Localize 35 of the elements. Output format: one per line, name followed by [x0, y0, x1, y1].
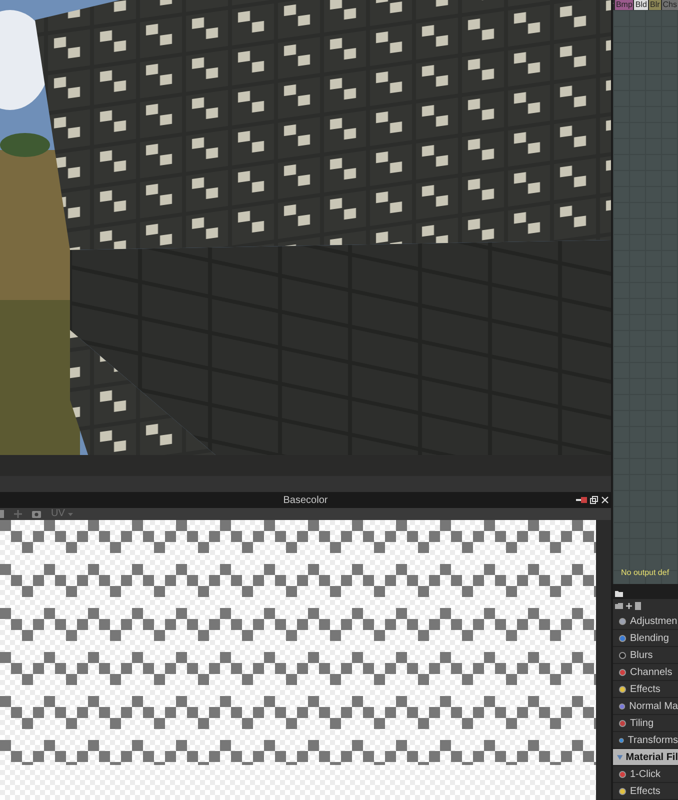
category-icon [619, 668, 626, 676]
node-tab[interactable]: Bld [634, 0, 648, 10]
library-item-label: Channels [630, 666, 672, 680]
library-category[interactable]: Material Fil [613, 749, 678, 766]
folders-icon[interactable] [615, 602, 623, 610]
library-item-label: Blending [630, 632, 669, 646]
library-item-label: Blurs [630, 648, 653, 662]
caret-down-icon [617, 754, 623, 760]
close-icon[interactable] [601, 496, 609, 504]
plus-icon[interactable] [626, 603, 632, 609]
pin-icon[interactable] [576, 496, 587, 504]
library-category-label: Material Fil [626, 750, 678, 764]
library-item-label: Tiling [630, 716, 654, 730]
graph-message: No output def [620, 567, 670, 579]
category-icon [619, 702, 626, 710]
library-item-label: Effects [630, 682, 660, 696]
node-tab[interactable]: Blr [648, 0, 661, 10]
category-icon [619, 770, 626, 778]
library-item-label: 1-Click [630, 768, 661, 782]
category-icon [619, 652, 626, 658]
library-item-label: Normal Ma [629, 700, 678, 714]
caret-icon [68, 512, 73, 516]
category-icon [619, 736, 624, 744]
library-item-label: Effects [630, 784, 660, 798]
library-item-label: Adjustmen [630, 614, 678, 628]
panel-title: Basecolor [283, 494, 328, 508]
library-item-label: Transforms [628, 734, 678, 748]
restore-icon[interactable] [590, 496, 598, 504]
camera-icon[interactable] [32, 510, 41, 518]
category-icon [619, 788, 626, 794]
folder-icon[interactable] [615, 590, 623, 596]
category-icon [619, 686, 626, 692]
category-icon [619, 618, 626, 624]
category-icon [619, 634, 626, 642]
category-icon [619, 720, 626, 726]
